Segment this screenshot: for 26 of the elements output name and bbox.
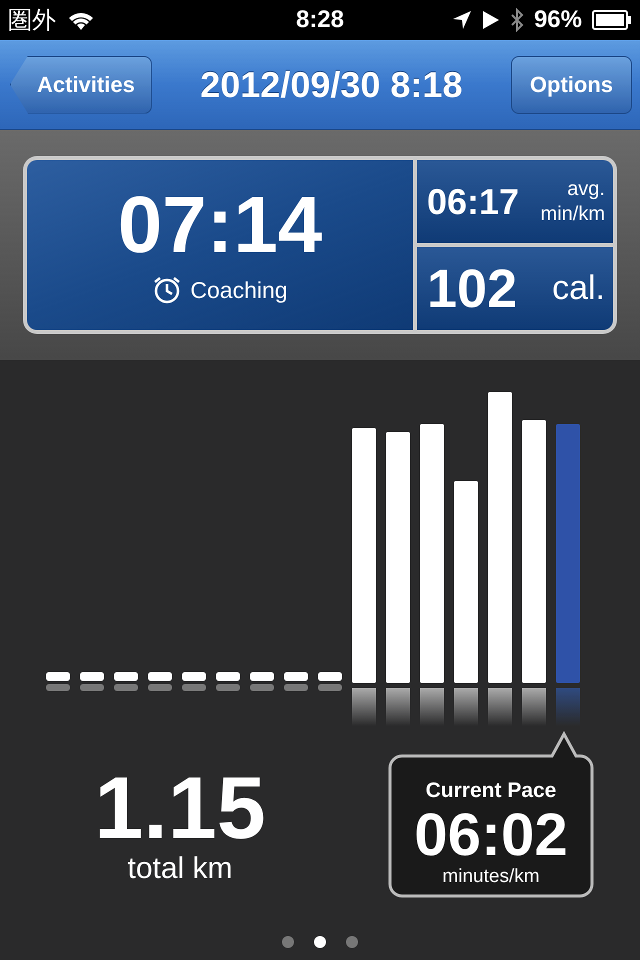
pace-unit-label: min/km xyxy=(540,202,605,226)
page-indicator-dot[interactable] xyxy=(314,936,326,948)
average-pace-value: 06:17 xyxy=(427,180,520,222)
battery-icon xyxy=(592,10,632,30)
bluetooth-icon xyxy=(510,8,524,32)
page-indicator-dot[interactable] xyxy=(282,936,294,948)
current-pace-unit: minutes/km xyxy=(442,866,540,888)
clock: 8:28 xyxy=(294,6,346,34)
play-icon xyxy=(482,10,500,30)
total-distance-label: total km xyxy=(127,852,233,886)
carrier-label: 圏外 xyxy=(8,6,56,36)
options-button[interactable]: Options xyxy=(510,56,632,114)
calories-value: 102 xyxy=(427,258,518,320)
back-button[interactable]: Activities xyxy=(10,56,152,114)
battery-percentage: 96% xyxy=(534,6,582,34)
page-title: 2012/09/30 8:18 xyxy=(199,64,464,106)
location-arrow-icon xyxy=(452,10,472,30)
calories-unit: cal. xyxy=(552,269,605,308)
mode-label: Coaching xyxy=(190,276,288,304)
alarm-clock-icon xyxy=(152,275,182,305)
total-distance-value: 1.15 xyxy=(94,764,266,852)
page-indicator-dot[interactable] xyxy=(346,936,358,948)
duration-value: 07:14 xyxy=(118,185,322,265)
current-pace-title: Current Pace xyxy=(426,779,556,803)
current-pace-value: 06:02 xyxy=(414,803,568,866)
pace-unit-label: avg. xyxy=(566,176,605,202)
